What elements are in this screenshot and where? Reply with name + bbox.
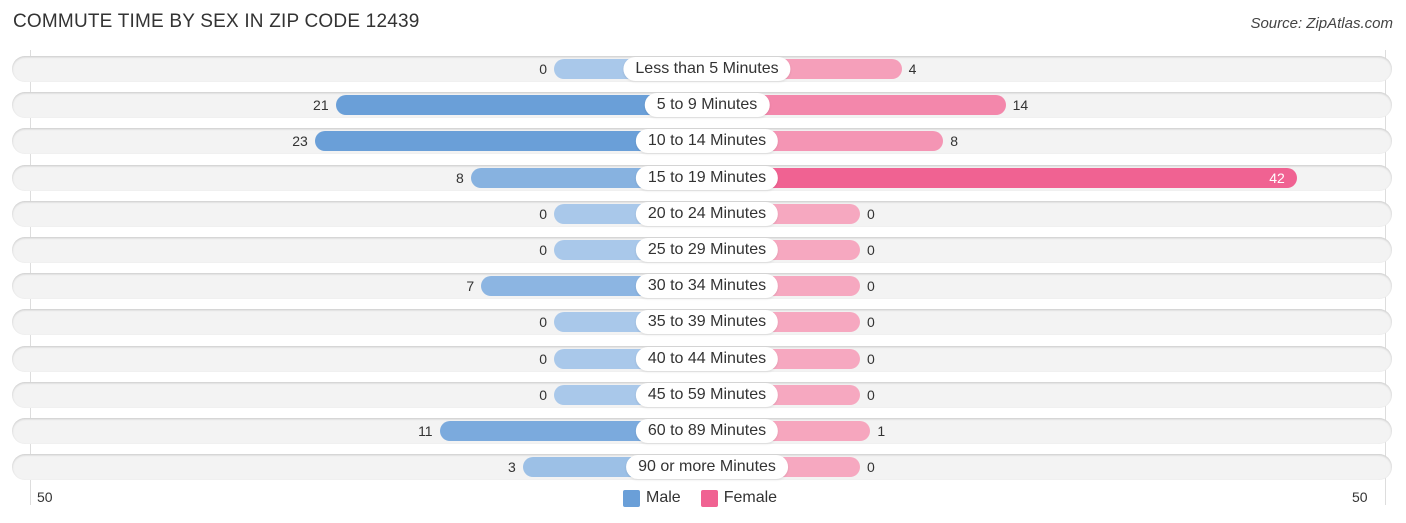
value-label-male: 0 — [539, 350, 547, 367]
axis-tick-left: 50 — [37, 489, 53, 505]
value-label-female: 0 — [867, 314, 875, 331]
value-label-female: 0 — [867, 459, 875, 476]
value-label-male: 21 — [313, 97, 329, 114]
category-label: 10 to 14 Minutes — [635, 129, 779, 154]
bar-female[interactable] — [707, 167, 1297, 188]
value-label-male: 11 — [418, 423, 433, 439]
legend-item-male[interactable]: Male — [623, 489, 681, 507]
category-label: 20 to 24 Minutes — [635, 201, 779, 226]
value-label-female: 8 — [950, 133, 958, 150]
value-label-female: 0 — [867, 278, 875, 295]
source-label: Source: ZipAtlas.com — [1250, 15, 1393, 32]
value-label-female: 4 — [908, 61, 917, 77]
value-label-female: 1 — [877, 423, 886, 439]
legend: Male Female — [623, 489, 777, 507]
value-label-male: 0 — [539, 386, 547, 403]
value-label-female: 0 — [867, 350, 875, 367]
value-label-female: 14 — [1012, 97, 1029, 114]
value-label-male: 8 — [456, 169, 464, 186]
value-label-male: 0 — [539, 61, 547, 77]
value-label-female: 0 — [867, 242, 875, 258]
value-label-male: 0 — [539, 242, 547, 258]
legend-swatch-female — [700, 489, 718, 507]
legend-label-male: Male — [646, 489, 681, 506]
value-label-male: 3 — [508, 459, 516, 476]
category-label: 35 to 39 Minutes — [635, 310, 779, 335]
legend-label-female: Female — [723, 489, 778, 506]
value-label-male: 7 — [466, 278, 475, 295]
value-label-female: 42 — [1269, 169, 1285, 186]
legend-swatch-male — [623, 489, 640, 507]
category-label: Less than 5 Minutes — [623, 57, 791, 81]
category-label: 60 to 89 Minutes — [635, 419, 779, 443]
value-label-female: 0 — [867, 205, 875, 222]
value-label-male: 23 — [292, 133, 308, 150]
category-label: 15 to 19 Minutes — [635, 165, 779, 190]
value-label-female: 0 — [867, 386, 875, 403]
category-label: 40 to 44 Minutes — [635, 346, 779, 371]
axis-tick-right: 50 — [1352, 489, 1368, 505]
category-label: 45 to 59 Minutes — [635, 382, 779, 407]
value-label-male: 0 — [539, 314, 547, 331]
category-label: 5 to 9 Minutes — [644, 93, 770, 118]
chart-root: COMMUTE TIME BY SEX IN ZIP CODE 12439 So… — [0, 0, 1406, 523]
category-label: 30 to 34 Minutes — [635, 274, 779, 299]
legend-item-female[interactable]: Female — [700, 489, 778, 507]
chart-title: COMMUTE TIME BY SEX IN ZIP CODE 12439 — [13, 11, 420, 32]
value-label-male: 0 — [539, 205, 547, 222]
category-label: 90 or more Minutes — [626, 455, 788, 480]
category-label: 25 to 29 Minutes — [635, 238, 779, 262]
